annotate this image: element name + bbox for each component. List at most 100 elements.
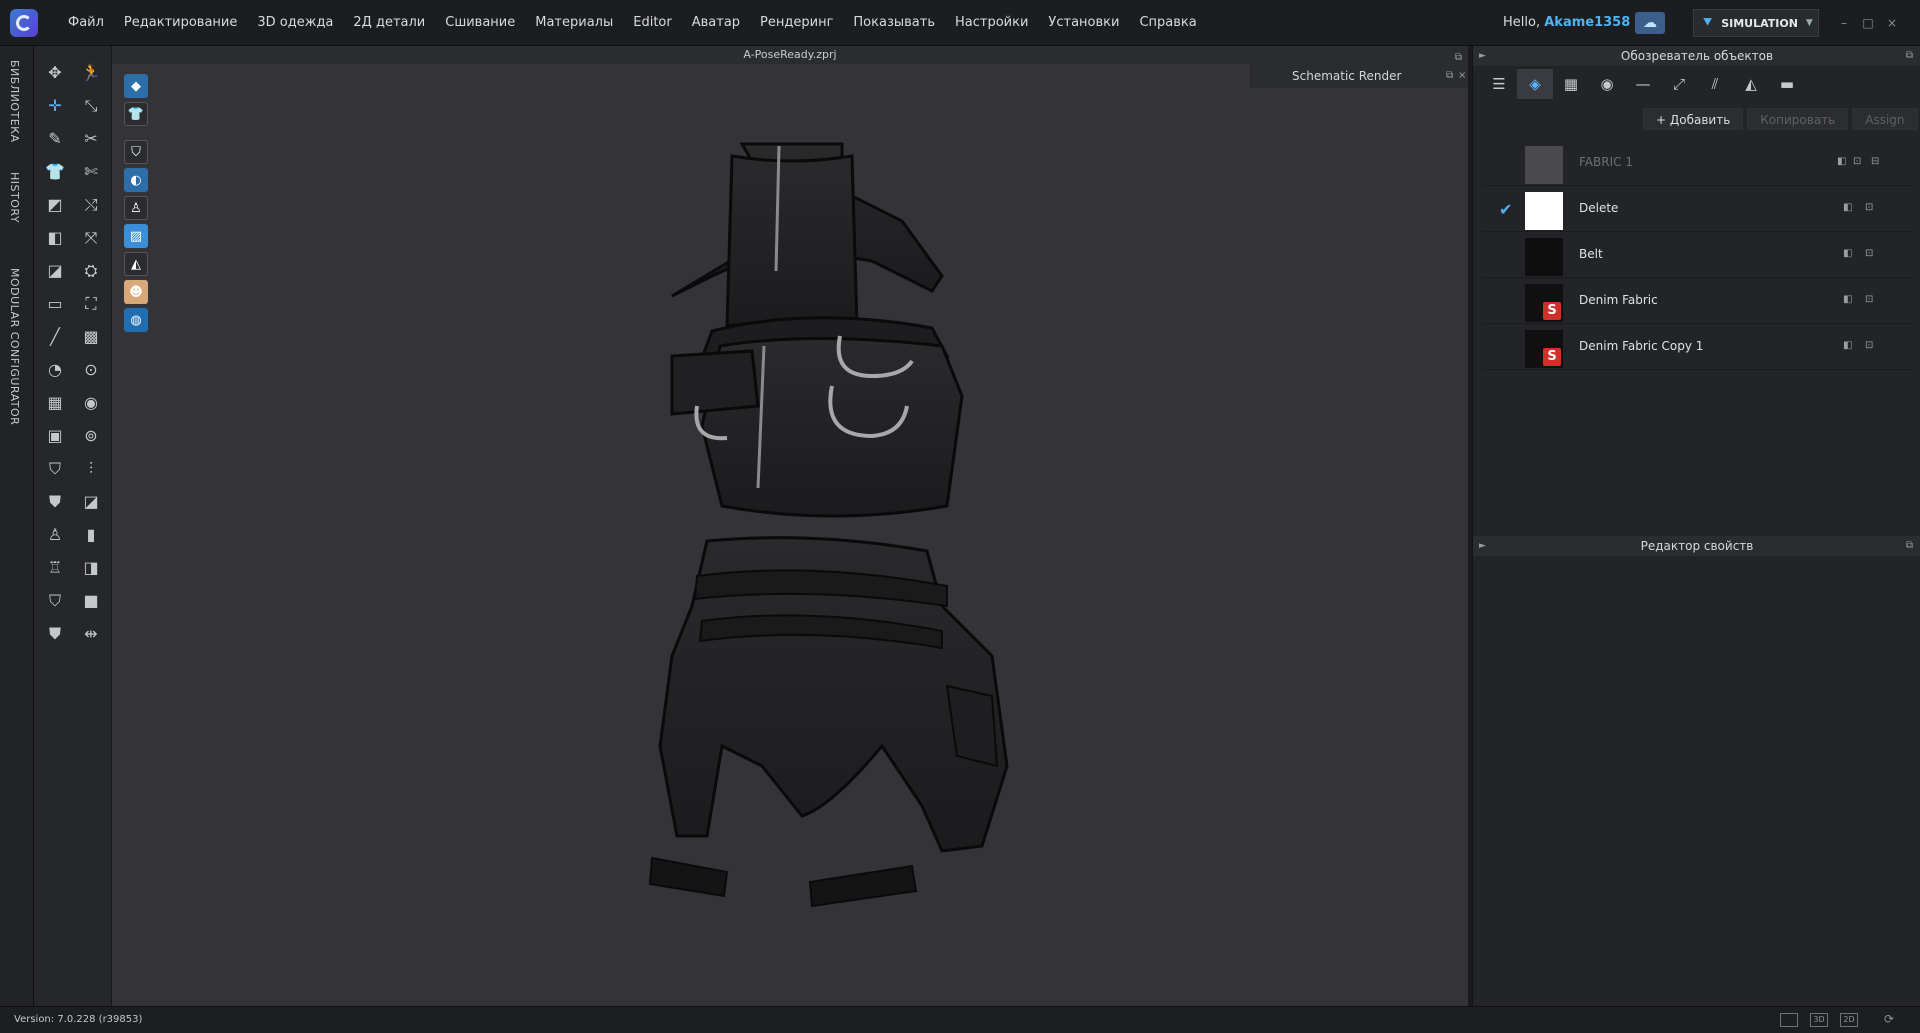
menu-item[interactable]: Материалы xyxy=(525,15,623,30)
trim-tab-icon[interactable]: ◭ xyxy=(1733,69,1769,99)
tape-tool-icon[interactable]: ◪ xyxy=(73,485,109,518)
apply-fabric-icon[interactable]: ◧ xyxy=(1843,340,1855,352)
fabric-delete-icon[interactable]: ⊟ xyxy=(1871,156,1883,168)
knit-tool-icon[interactable]: ⛶ xyxy=(73,287,109,320)
edit-pattern-icon[interactable]: ⤡ xyxy=(73,89,109,122)
apply-fabric-icon[interactable]: ◧ xyxy=(1843,248,1855,260)
collapse-arrow-icon[interactable]: ► xyxy=(1479,46,1486,66)
avatar-pose-icon[interactable]: ♙ xyxy=(37,518,73,551)
fabric-row[interactable]: Belt ◧ ⊡ xyxy=(1481,232,1913,278)
menu-item[interactable]: Установки xyxy=(1038,15,1129,30)
fabric-thumbnail[interactable] xyxy=(1525,146,1563,184)
seam-tool-icon[interactable]: ✂ xyxy=(73,122,109,155)
fabric-tab-icon[interactable]: ◈ xyxy=(1517,69,1553,99)
menu-item[interactable]: Файл xyxy=(58,15,114,30)
fabric-row[interactable]: S Denim Fabric Copy 1 ◧ ⊡ xyxy=(1481,324,1913,370)
pattern-block-icon[interactable]: ■ xyxy=(73,584,109,617)
measure-tool-icon[interactable]: ▭ xyxy=(37,287,73,320)
object-browser-popout-icon[interactable]: ⧉ xyxy=(1906,46,1913,66)
line-tool-icon[interactable]: ╱ xyxy=(37,320,73,353)
pattern-rect-icon[interactable]: ▮ xyxy=(73,518,109,551)
bag-tool-icon[interactable]: ▣ xyxy=(37,419,73,452)
fabric-thumbnail[interactable]: S xyxy=(1525,330,1563,368)
menu-item[interactable]: Аватар xyxy=(682,15,750,30)
cut-tool-icon[interactable]: ✄ xyxy=(73,155,109,188)
sleeve-tool-icon[interactable]: ◧ xyxy=(37,221,73,254)
lock-tool-icon[interactable]: ⊚ xyxy=(73,419,109,452)
copy-button[interactable]: Копировать xyxy=(1747,108,1849,130)
fabric-row[interactable]: FABRIC 1 ◧ ⊡ ⊟ xyxy=(1481,140,1913,186)
list-view-icon[interactable]: ☰ xyxy=(1481,69,1517,99)
pin-tool-icon[interactable]: ✎ xyxy=(37,122,73,155)
menu-item[interactable]: 3D одежда xyxy=(247,15,343,30)
fabric-row[interactable]: ✔ Delete ◧ ⊡ xyxy=(1481,186,1913,232)
fabric-options-icon[interactable]: ⊡ xyxy=(1865,248,1877,260)
menu-item[interactable]: Рендеринг xyxy=(750,15,843,30)
pattern-square-icon[interactable]: ◨ xyxy=(73,551,109,584)
close-icon[interactable]: × xyxy=(1886,17,1898,29)
refresh-icon[interactable]: ⟳ xyxy=(1880,1013,1898,1027)
menu-item[interactable]: Editor xyxy=(623,15,681,30)
tab-library[interactable]: БИБЛИОТЕКА xyxy=(8,60,21,142)
3d-viewport[interactable]: A-PoseReady.zprj ⧉ Schematic Render ⧉ × … xyxy=(112,46,1468,1006)
tab-modular-configurator[interactable]: MODULAR CONFIGURATOR xyxy=(8,268,21,425)
fabric-options-icon[interactable]: ⊡ xyxy=(1865,202,1877,214)
fabric-options-icon[interactable]: ⊡ xyxy=(1865,294,1877,306)
add-button[interactable]: + Добавить xyxy=(1643,108,1744,130)
seam-tab-icon[interactable]: ⤢ xyxy=(1661,69,1697,99)
button-tab-icon[interactable]: ◉ xyxy=(1589,69,1625,99)
pattern-tab-icon[interactable]: ▦ xyxy=(1553,69,1589,99)
apply-fabric-icon[interactable]: ◧ xyxy=(1843,294,1855,306)
select-move-tool-icon[interactable]: ✥ xyxy=(37,56,73,89)
texture-tool-icon[interactable]: ▦ xyxy=(37,386,73,419)
property-collapse-arrow-icon[interactable]: ► xyxy=(1479,536,1486,556)
fabric-thumbnail[interactable] xyxy=(1525,238,1563,276)
fabric-thumbnail[interactable]: S xyxy=(1525,284,1563,322)
stitch-tool-icon[interactable]: ⤭ xyxy=(73,188,109,221)
view-3d-button[interactable]: 3D xyxy=(1810,1013,1828,1027)
menu-item[interactable]: Показывать xyxy=(843,15,945,30)
buttonhole-icon[interactable]: ◉ xyxy=(73,386,109,419)
fabric-row[interactable]: S Denim Fabric ◧ ⊡ xyxy=(1481,278,1913,324)
view-2d-button[interactable]: 2D xyxy=(1840,1013,1858,1027)
menu-item[interactable]: Сшивание xyxy=(435,15,525,30)
fold-tool-icon[interactable]: ◩ xyxy=(37,188,73,221)
fit-tool-icon[interactable]: ♖ xyxy=(37,551,73,584)
topstitch-tab-icon[interactable]: — xyxy=(1625,69,1661,99)
stitch-edit-icon[interactable]: ⤧ xyxy=(73,221,109,254)
garment-size-icon[interactable]: ⛊ xyxy=(37,617,73,650)
cloud-icon[interactable]: ☁ xyxy=(1635,12,1665,34)
menu-item[interactable]: Справка xyxy=(1129,15,1206,30)
fabric-options-icon[interactable]: ⊡ xyxy=(1865,340,1877,352)
crop-top-model[interactable] xyxy=(670,142,964,518)
app-logo[interactable] xyxy=(10,9,38,37)
pattern-fill-icon[interactable]: ▩ xyxy=(73,320,109,353)
gizmo-tool-icon[interactable]: ✛ xyxy=(37,89,73,122)
garment-render[interactable] xyxy=(112,46,1468,1006)
simulation-mode-dropdown[interactable]: ⯆ SIMULATION ▼ xyxy=(1693,9,1819,37)
avatar-tool-icon[interactable]: 🏃 xyxy=(73,56,109,89)
garment-tool-icon[interactable]: 👕 xyxy=(37,155,73,188)
zipper-tool-icon[interactable]: ⫶ xyxy=(73,452,109,485)
fabric-thumbnail[interactable] xyxy=(1525,192,1563,230)
shirt-layer-icon[interactable]: ⛉ xyxy=(37,452,73,485)
menu-item[interactable]: Настройки xyxy=(945,15,1038,30)
single-view-icon[interactable] xyxy=(1780,1013,1798,1027)
shorts-model[interactable] xyxy=(648,536,1009,908)
garment-fit-icon[interactable]: ⛉ xyxy=(37,584,73,617)
property-editor-popout-icon[interactable]: ⧉ xyxy=(1906,536,1913,556)
menu-item[interactable]: 2Д детали xyxy=(343,15,435,30)
trim-tool-icon[interactable]: ⛭ xyxy=(73,254,109,287)
measure-tab-icon[interactable]: ▬ xyxy=(1769,69,1805,99)
align-tool-icon[interactable]: ⇹ xyxy=(73,617,109,650)
zipper-tab-icon[interactable]: ⫽ xyxy=(1697,69,1733,99)
flatten-tool-icon[interactable]: ◪ xyxy=(37,254,73,287)
apply-fabric-icon[interactable]: ◧ xyxy=(1843,202,1855,214)
pants-tool-icon[interactable]: ⛊ xyxy=(37,485,73,518)
minimize-icon[interactable]: – xyxy=(1838,17,1850,29)
tab-history[interactable]: HISTORY xyxy=(8,172,21,223)
username[interactable]: Akame1358 xyxy=(1544,15,1630,30)
button-tool-icon[interactable]: ⊙ xyxy=(73,353,109,386)
apply-fabric-icon[interactable]: ◧ xyxy=(1837,156,1849,168)
brush-tool-icon[interactable]: ◔ xyxy=(37,353,73,386)
